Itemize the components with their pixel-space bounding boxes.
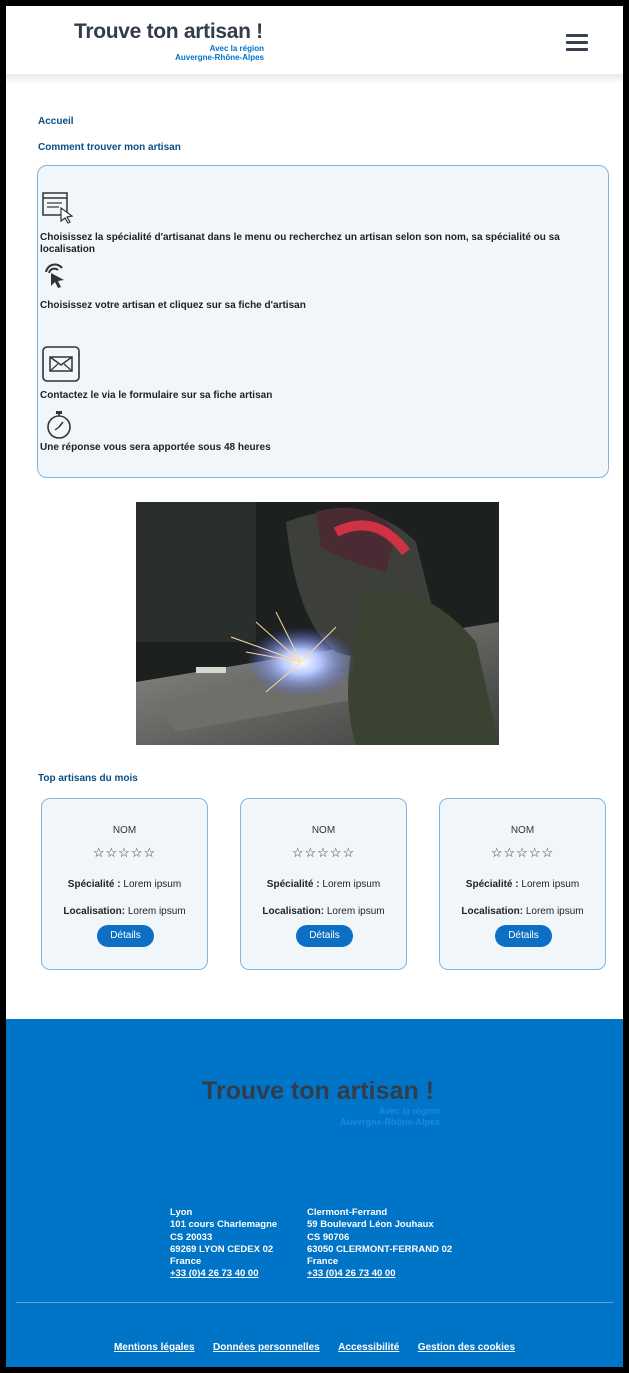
- top-artisans-title: Top artisans du mois: [38, 773, 138, 784]
- address-clermont: Clermont-Ferrand 59 Boulevard Léon Jouha…: [307, 1207, 453, 1280]
- rating-stars-icon: ☆☆☆☆☆: [490, 845, 555, 860]
- artisan-name: NOM: [112, 825, 137, 836]
- header-divider: [6, 74, 623, 84]
- step-2-text: Choisissez votre artisan et cliquez sur …: [40, 300, 306, 311]
- site-footer: Trouve ton artisan ! Avec la région Auve…: [6, 1019, 623, 1367]
- how-to-box: Choisissez la spécialité d'artisanat dan…: [37, 165, 609, 478]
- stopwatch-icon: [47, 411, 71, 439]
- phone-link-clermont[interactable]: +33 (0)4 26 73 40 00: [307, 1268, 395, 1279]
- link-mentions-legales[interactable]: Mentions légales: [114, 1342, 195, 1353]
- site-logo[interactable]: Trouve ton artisan ! Avec la région Auve…: [74, 20, 274, 62]
- page: Trouve ton artisan ! Avec la région Auve…: [6, 6, 623, 1367]
- envelope-icon: [42, 346, 80, 382]
- step-4-text: Une réponse vous sera apportée sous 48 h…: [40, 442, 271, 453]
- site-header: Trouve ton artisan ! Avec la région Auve…: [6, 6, 623, 82]
- artisan-card: NOM ☆☆☆☆☆ Spécialité : Lorem ipsum Local…: [439, 798, 606, 970]
- rating-stars-icon: ☆☆☆☆☆: [92, 845, 157, 860]
- link-accessibilite[interactable]: Accessibilité: [338, 1342, 399, 1353]
- artisan-location: Localisation: Lorem ipsum: [461, 906, 584, 917]
- footer-links: Mentions légales Données personnelles Ac…: [6, 1337, 623, 1355]
- artisan-location: Localisation: Lorem ipsum: [63, 906, 186, 917]
- artisan-speciality: Spécialité : Lorem ipsum: [266, 879, 381, 890]
- artisan-speciality: Spécialité : Lorem ipsum: [465, 879, 580, 890]
- artisan-name: NOM: [510, 825, 535, 836]
- browser-click-icon: [42, 192, 74, 224]
- phone-link-lyon[interactable]: +33 (0)4 26 73 40 00: [170, 1268, 258, 1279]
- how-to-title: Comment trouver mon artisan: [38, 142, 181, 153]
- artisan-name: NOM: [311, 825, 336, 836]
- hamburger-menu-icon[interactable]: [566, 34, 588, 52]
- footer-logo[interactable]: Trouve ton artisan ! Avec la région Auve…: [202, 1077, 462, 1128]
- link-donnees-personnelles[interactable]: Données personnelles: [213, 1342, 320, 1353]
- artisan-card: NOM ☆☆☆☆☆ Spécialité : Lorem ipsum Local…: [240, 798, 407, 970]
- rating-stars-icon: ☆☆☆☆☆: [291, 845, 356, 860]
- breadcrumb[interactable]: Accueil: [38, 116, 74, 127]
- logo-subtitle-1: Avec la région: [209, 44, 264, 53]
- footer-divider: [16, 1302, 613, 1303]
- details-button[interactable]: Détails: [495, 925, 552, 947]
- details-button[interactable]: Détails: [97, 925, 154, 947]
- address-lyon: Lyon 101 cours Charlemagne CS 20033 6926…: [170, 1207, 278, 1280]
- footer-logo-subtitle-2: Auvergne-Rhône-Alpes: [339, 1117, 440, 1127]
- logo-title: Trouve ton artisan !: [74, 20, 263, 43]
- step-3-text: Contactez le via le formulaire sur sa fi…: [40, 390, 273, 401]
- footer-logo-subtitle-1: Avec la région: [378, 1106, 440, 1116]
- artisan-card: NOM ☆☆☆☆☆ Spécialité : Lorem ipsum Local…: [41, 798, 208, 970]
- footer-logo-title: Trouve ton artisan !: [202, 1077, 434, 1105]
- artisan-speciality: Spécialité : Lorem ipsum: [67, 879, 182, 890]
- artisan-location: Localisation: Lorem ipsum: [262, 906, 385, 917]
- welder-photo: [136, 502, 499, 745]
- logo-subtitle-2: Auvergne-Rhône-Alpes: [175, 53, 264, 62]
- details-button[interactable]: Détails: [296, 925, 353, 947]
- link-gestion-cookies[interactable]: Gestion des cookies: [418, 1342, 515, 1353]
- tap-cursor-icon: [45, 263, 64, 288]
- step-1-text: Choisissez la spécialité d'artisanat dan…: [40, 232, 560, 255]
